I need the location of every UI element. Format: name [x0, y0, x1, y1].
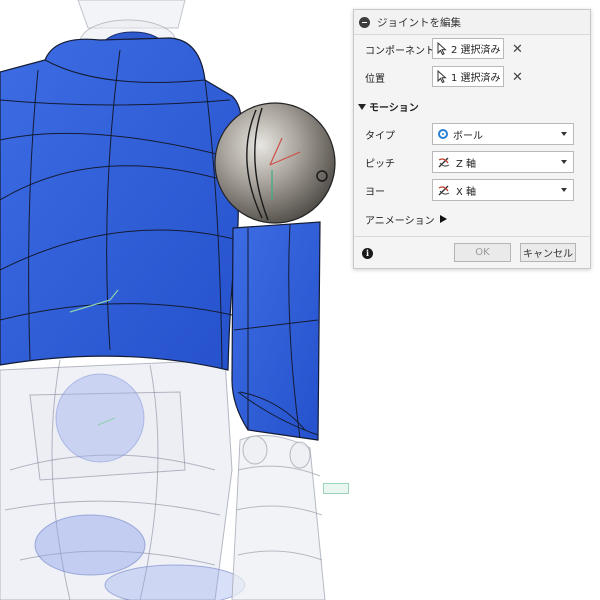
dialog-footer-divider	[354, 236, 590, 237]
position-row: 位置 1 選択済み ✕	[354, 65, 590, 89]
chevron-down-icon	[561, 160, 567, 164]
type-dropdown[interactable]: ボール	[432, 123, 574, 145]
edit-joint-dialog: ジョイントを編集 コンポーネント 2 選択済み ✕ 位置 1 選択済み ✕ モー…	[353, 9, 591, 269]
pitch-value: Z 軸	[456, 158, 477, 170]
component-select-button[interactable]: 2 選択済み	[432, 38, 504, 59]
position-select-button[interactable]: 1 選択済み	[432, 66, 504, 87]
cursor-select-icon	[437, 70, 447, 83]
component-label: コンポーネント	[365, 45, 435, 57]
component-value: 2 選択済み	[451, 45, 501, 56]
type-row: タイプ ボール	[354, 122, 590, 146]
pitch-label: ピッチ	[365, 158, 395, 170]
dialog-header[interactable]: ジョイントを編集	[354, 10, 590, 35]
ball-joint-icon	[438, 129, 448, 139]
animation-label: アニメーション	[365, 215, 435, 227]
clear-position-icon[interactable]: ✕	[512, 71, 523, 84]
motion-section-toggle[interactable]: モーション	[358, 99, 419, 114]
expand-triangle-icon	[358, 103, 366, 110]
yaw-value: X 軸	[456, 186, 477, 198]
clear-component-icon[interactable]: ✕	[512, 43, 523, 56]
chevron-down-icon	[561, 132, 567, 136]
animation-row: アニメーション	[354, 207, 590, 231]
pitch-dropdown[interactable]: Z 軸	[432, 151, 574, 173]
type-label: タイプ	[365, 130, 395, 142]
yaw-dropdown[interactable]: X 軸	[432, 179, 574, 201]
position-label: 位置	[365, 73, 385, 85]
axis-icon	[438, 157, 450, 167]
yaw-label: ヨー	[365, 186, 385, 198]
ok-button[interactable]: OK	[454, 243, 511, 262]
info-icon[interactable]: i	[362, 248, 373, 259]
dialog-title: ジョイントを編集	[377, 16, 461, 29]
collapse-icon[interactable]	[359, 16, 370, 28]
yaw-row: ヨー X 軸	[354, 178, 590, 202]
component-row: コンポーネント 2 選択済み ✕	[354, 37, 590, 61]
play-icon[interactable]	[440, 215, 447, 223]
cursor-select-icon	[437, 42, 447, 55]
position-value: 1 選択済み	[451, 73, 501, 84]
ground-marker	[323, 483, 349, 494]
axis-icon	[438, 185, 450, 195]
chevron-down-icon	[561, 188, 567, 192]
cancel-button[interactable]: キャンセル	[520, 243, 576, 262]
motion-section-label: モーション	[369, 103, 419, 114]
type-value: ボール	[453, 130, 483, 142]
pitch-row: ピッチ Z 軸	[354, 150, 590, 174]
